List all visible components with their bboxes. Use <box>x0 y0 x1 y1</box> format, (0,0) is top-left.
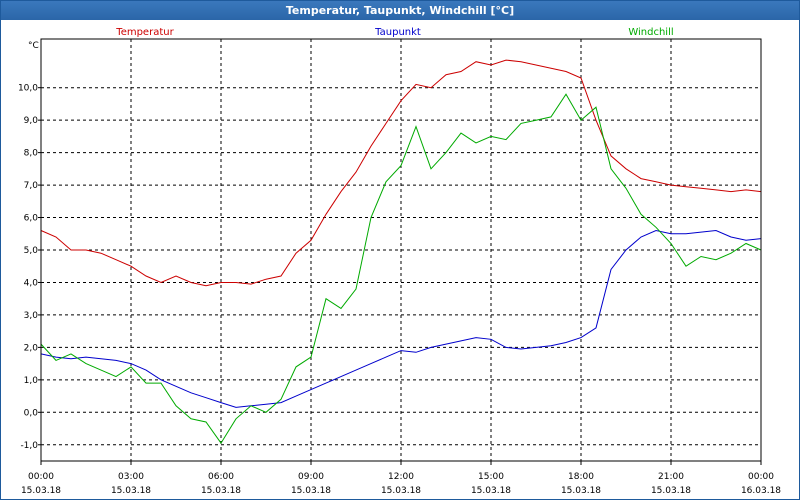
y-tick-label: -1,0 <box>20 441 38 451</box>
x-tick-date-label: 15.03.18 <box>651 486 691 496</box>
x-tick-time-label: 18:00 <box>568 472 594 482</box>
x-tick-date-label: 15.03.18 <box>471 486 511 496</box>
legend-entry-temperatur: Temperatur <box>115 27 174 38</box>
legend: Temperatur Taupunkt Windchill <box>115 27 673 38</box>
legend-entry-windchill: Windchill <box>628 27 673 38</box>
y-tick-label: 6,0 <box>24 214 39 224</box>
grid <box>41 39 761 461</box>
y-tick-label: 1,0 <box>24 376 39 386</box>
x-tick-time-label: 09:00 <box>298 472 324 482</box>
x-tick-date-label: 15.03.18 <box>201 486 241 496</box>
legend-entry-taupunkt: Taupunkt <box>374 27 421 38</box>
y-tick-label: 8,0 <box>24 149 39 159</box>
y-tick-label: 0,0 <box>24 408 39 418</box>
axis-ticks: -1,0 0,0 1,0 2,0 3,0 4,0 5,0 6,0 7,0 8,0 9,0 10,0 00… <box>18 84 781 496</box>
y-tick-label: 9,0 <box>24 116 39 126</box>
y-tick-label: 2,0 <box>24 343 39 353</box>
x-tick-time-label: 12:00 <box>388 472 414 482</box>
x-tick-time-label: 00:00 <box>748 472 774 482</box>
x-tick-date-label: 16.03.18 <box>741 486 781 496</box>
y-tick-label: 4,0 <box>24 278 39 288</box>
x-tick-time-label: 15:00 <box>478 472 504 482</box>
x-tick-date-label: 15.03.18 <box>21 486 61 496</box>
y-tick-label: 5,0 <box>24 246 39 256</box>
y-tick-label: 7,0 <box>24 181 39 191</box>
x-tick-date-label: 15.03.18 <box>111 486 151 496</box>
chart-window: Temperatur, Taupunkt, Windchill [°C] -1,… <box>0 0 800 500</box>
x-tick-date-label: 15.03.18 <box>561 486 601 496</box>
y-tick-label: 10,0 <box>18 84 38 94</box>
x-tick-time-label: 21:00 <box>658 472 684 482</box>
x-tick-time-label: 06:00 <box>208 472 234 482</box>
y-tick-label: 3,0 <box>24 311 39 321</box>
y-axis-label: °C <box>28 41 39 51</box>
x-tick-time-label: 03:00 <box>118 472 144 482</box>
x-tick-date-label: 15.03.18 <box>291 486 331 496</box>
x-tick-date-label: 15.03.18 <box>381 486 421 496</box>
line-chart: -1,0 0,0 1,0 2,0 3,0 4,0 5,0 6,0 7,0 8,0 9,0 10,0 00… <box>18 27 781 496</box>
x-tick-time-label: 00:00 <box>28 472 54 482</box>
